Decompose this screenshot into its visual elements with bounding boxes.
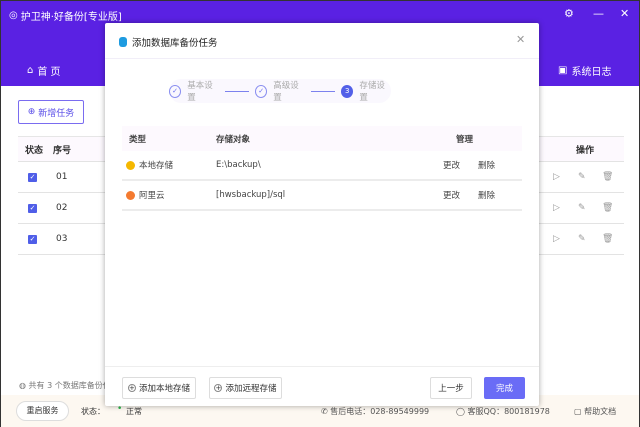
- minimize-icon[interactable]: —: [593, 7, 604, 20]
- finish-button[interactable]: 完成: [484, 377, 525, 399]
- edit-icon[interactable]: ✎: [578, 203, 586, 213]
- dialog-title: 添加数据库备份任务: [119, 35, 218, 49]
- play-icon[interactable]: ▷: [553, 172, 560, 182]
- restart-service-button[interactable]: 重启服务: [16, 401, 69, 421]
- col-type: 类型: [129, 134, 147, 145]
- add-remote-storage-button[interactable]: + 添加远程存储: [209, 377, 282, 399]
- step-connector: [310, 90, 336, 92]
- nav-logs[interactable]: ▣ 系统日志: [558, 63, 611, 78]
- nav-home[interactable]: ⌂ 首 页: [27, 63, 61, 78]
- check-icon: ✓: [255, 84, 268, 98]
- status-label: 状态：: [81, 407, 105, 416]
- divider: [105, 366, 539, 367]
- plus-icon: +: [127, 384, 136, 392]
- col-status: 状态: [25, 145, 44, 156]
- play-icon[interactable]: ▷: [553, 203, 560, 213]
- delete-link[interactable]: 删除: [478, 189, 495, 201]
- checkbox[interactable]: ✓: [28, 172, 37, 182]
- check-icon: ✓: [169, 84, 182, 98]
- delete-link[interactable]: 删除: [478, 159, 495, 171]
- step-number: 3: [341, 84, 354, 98]
- aliyun-icon: [126, 191, 135, 200]
- edit-link[interactable]: 更改: [443, 189, 478, 201]
- trash-icon[interactable]: 🗑: [602, 172, 613, 182]
- edit-icon[interactable]: ✎: [578, 172, 586, 182]
- checkbox[interactable]: ✓: [28, 234, 37, 244]
- col-target: 存储对象: [216, 134, 251, 145]
- gear-icon[interactable]: ⚙: [564, 7, 574, 20]
- close-icon[interactable]: ✕: [620, 7, 629, 20]
- summary-text: ◍ 共有 3 个数据库备份任: [19, 381, 111, 390]
- qq-text: ◯ 客服QQ：800181978: [456, 407, 550, 416]
- divider: [105, 58, 539, 59]
- plus-icon: +: [214, 384, 223, 392]
- log-icon: ▣: [558, 65, 568, 76]
- shield-icon: ◎: [9, 10, 18, 21]
- checkbox[interactable]: ✓: [28, 203, 37, 213]
- phone-text: ✆ 售后电话：028-89549999: [321, 407, 430, 416]
- info-icon: ◍: [19, 381, 29, 390]
- trash-icon[interactable]: 🗑: [602, 203, 613, 213]
- table-row: 本地存储 E:\backup\ 更改 删除: [122, 151, 522, 181]
- new-task-button[interactable]: ⊕ 新增任务: [18, 100, 84, 124]
- col-manage: 管理: [456, 134, 474, 145]
- prev-step-button[interactable]: 上一步: [430, 377, 472, 399]
- app-title: ◎ 护卫神·好备份[专业版]: [9, 10, 122, 23]
- stepper: ✓ 基本设置 ✓ 高级设置 3 存储设置: [169, 79, 391, 103]
- storage-table: 类型 存储对象 管理 本地存储 E:\backup\ 更改 删除 阿里云 [hwsbacku…: [122, 126, 522, 211]
- col-index: 序号: [53, 145, 72, 156]
- folder-icon: [126, 161, 135, 170]
- status-value: 正常: [126, 407, 142, 416]
- database-icon: [119, 37, 127, 47]
- edit-icon[interactable]: ✎: [578, 234, 586, 244]
- trash-icon[interactable]: 🗑: [602, 234, 613, 244]
- step-connector: [224, 90, 250, 92]
- dialog-close-icon[interactable]: ✕: [516, 33, 525, 46]
- edit-link[interactable]: 更改: [443, 159, 478, 171]
- add-local-storage-button[interactable]: + 添加本地存储: [122, 377, 196, 399]
- col-actions: 操作: [576, 145, 595, 156]
- play-icon[interactable]: ▷: [553, 234, 560, 244]
- table-row: 阿里云 [hwsbackup]/sql 更改 删除: [122, 181, 522, 211]
- add-db-backup-dialog: 添加数据库备份任务 ✕ ✓ 基本设置 ✓ 高级设置 3 存储设置 类型 存储对象 管理 本…: [105, 23, 539, 406]
- plus-icon: ⊕: [27, 107, 36, 117]
- home-icon: ⌂: [27, 65, 34, 76]
- help-docs-link[interactable]: ▢ 帮助文档: [574, 406, 616, 417]
